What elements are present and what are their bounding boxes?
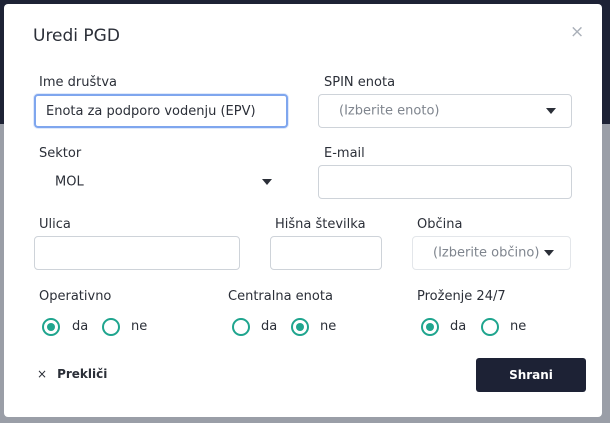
prozenje-da-label: da [450, 319, 467, 334]
operativno-label: Operativno [39, 289, 112, 304]
email-label: E-mail [324, 146, 365, 161]
street-label: Ulica [39, 217, 71, 232]
municipality-placeholder: (Izberite občino) [433, 245, 540, 261]
name-input[interactable] [34, 94, 288, 128]
sector-value: MOL [55, 174, 84, 190]
sector-select[interactable]: MOL [34, 165, 288, 199]
email-field[interactable] [318, 165, 572, 199]
spin-placeholder: (Izberite enoto) [339, 103, 440, 119]
cancel-x-icon: × [37, 367, 48, 381]
municipality-select[interactable]: (Izberite občino) [412, 236, 571, 270]
centralna-ne-label: ne [320, 319, 337, 334]
cancel-label: Prekliči [57, 367, 108, 381]
house-number-input[interactable] [270, 236, 382, 270]
centralna-da-radio[interactable] [232, 318, 250, 336]
edit-pgd-dialog: Uredi PGD × Ime društva SPIN enota (Izbe… [4, 4, 602, 417]
spin-select[interactable]: (Izberite enoto) [318, 94, 572, 128]
chevron-down-icon [546, 108, 556, 114]
centralna-label: Centralna enota [228, 289, 333, 304]
dialog-title: Uredi PGD [33, 26, 120, 46]
sector-label: Sektor [39, 146, 82, 161]
chevron-down-icon [544, 250, 554, 256]
centralna-da-label: da [261, 319, 278, 334]
spin-label: SPIN enota [324, 75, 396, 90]
operativno-da-radio[interactable] [42, 318, 60, 336]
cancel-button[interactable]: × Prekliči [37, 367, 107, 381]
chevron-down-icon [262, 179, 272, 185]
operativno-da-label: da [72, 319, 89, 334]
centralna-ne-radio[interactable] [291, 318, 309, 336]
prozenje-ne-radio[interactable] [481, 318, 499, 336]
name-label: Ime društva [39, 75, 117, 90]
street-input[interactable] [34, 236, 240, 270]
save-button[interactable]: Shrani [476, 358, 586, 392]
house-number-label: Hišna številka [275, 217, 366, 232]
municipality-label: Občina [417, 217, 463, 232]
operativno-ne-label: ne [131, 319, 148, 334]
prozenje-label: Proženje 24/7 [417, 289, 506, 304]
operativno-ne-radio[interactable] [102, 318, 120, 336]
prozenje-ne-label: ne [510, 319, 527, 334]
prozenje-da-radio[interactable] [421, 318, 439, 336]
close-icon[interactable]: × [570, 24, 584, 41]
